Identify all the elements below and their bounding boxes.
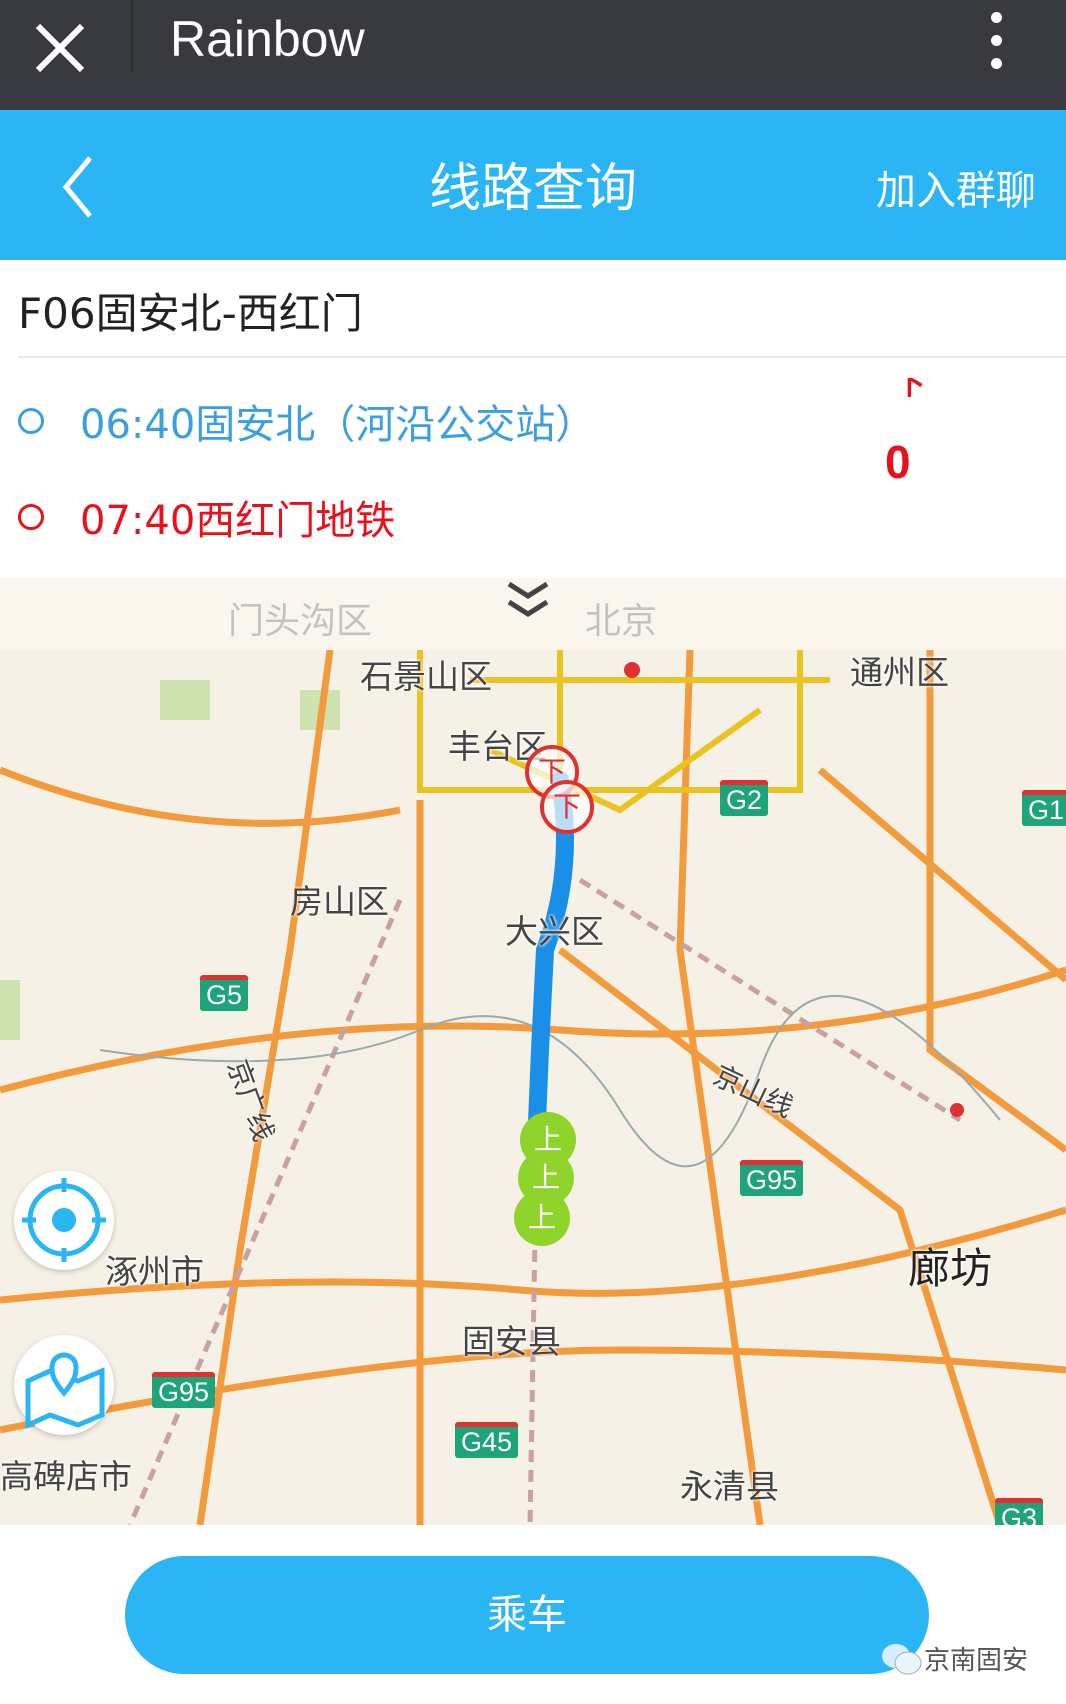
- wechat-icon: [882, 1643, 922, 1674]
- map-label: 大兴区: [505, 912, 604, 951]
- map-label: 固安县: [462, 1322, 561, 1361]
- map-label: 通州区: [850, 653, 949, 692]
- page-header: 线路查询 加入群聊: [0, 110, 1066, 260]
- circle-icon: [18, 408, 44, 434]
- highway-shield: G2: [720, 780, 769, 816]
- watermark-text: 京南固安: [924, 1646, 1029, 1676]
- route-map[interactable]: 石景山区 通州区 丰台区 房山区 大兴区 涿州市 固安县 廊坊 永清县 高碑店市…: [0, 650, 1066, 1525]
- map-label: 房山区: [290, 882, 389, 921]
- board-marker[interactable]: 上: [514, 1190, 570, 1246]
- alight-marker[interactable]: 下: [540, 780, 594, 834]
- highway-shield: G3: [995, 1498, 1044, 1525]
- map-label: 门头沟区: [228, 601, 373, 642]
- join-group-button[interactable]: 加入群聊: [876, 158, 1036, 216]
- stop-end[interactable]: 07:40西红门地铁: [18, 488, 395, 546]
- circle-icon: [18, 504, 44, 530]
- app-title: Rainbow: [170, 11, 365, 67]
- more-vertical-icon[interactable]: [984, 12, 1008, 72]
- highway-shield: G1: [1022, 790, 1066, 826]
- map-label: 永清县: [680, 1467, 779, 1506]
- map-label: 石景山区: [360, 657, 492, 696]
- map-label: 北京: [585, 601, 658, 642]
- stop-label: 07:40西红门地铁: [80, 498, 396, 544]
- app-bar: Rainbow: [0, 0, 1066, 110]
- highway-shield: G45: [455, 1422, 519, 1458]
- map-view-button[interactable]: [14, 1335, 114, 1435]
- stop-label: 06:40固安北（河沿公交站）: [80, 402, 596, 448]
- route-name: F06固安北-西红门: [18, 289, 363, 338]
- highway-shield: G5: [200, 975, 249, 1011]
- crosshair-icon: [22, 1178, 106, 1262]
- divider: [18, 356, 1066, 358]
- stop-start[interactable]: 06:40固安北（河沿公交站）: [18, 392, 595, 450]
- ride-button[interactable]: 乘车: [125, 1556, 929, 1674]
- watermark: 京南固安: [880, 1640, 1028, 1677]
- chevron-double-down-icon[interactable]: [505, 578, 551, 624]
- map-pin-icon: [25, 1352, 105, 1429]
- highway-shield: G95: [740, 1160, 804, 1196]
- divider: [131, 0, 133, 72]
- map-label: 涿州市: [105, 1252, 204, 1291]
- map-label: 廊坊: [908, 1244, 993, 1293]
- locate-button[interactable]: [14, 1170, 114, 1270]
- highway-shield: G95: [152, 1372, 216, 1408]
- alight-count: 0: [885, 436, 911, 488]
- map-label: 高碑店市: [0, 1457, 132, 1496]
- alight-label: 下: [895, 378, 925, 402]
- close-icon[interactable]: [30, 18, 90, 78]
